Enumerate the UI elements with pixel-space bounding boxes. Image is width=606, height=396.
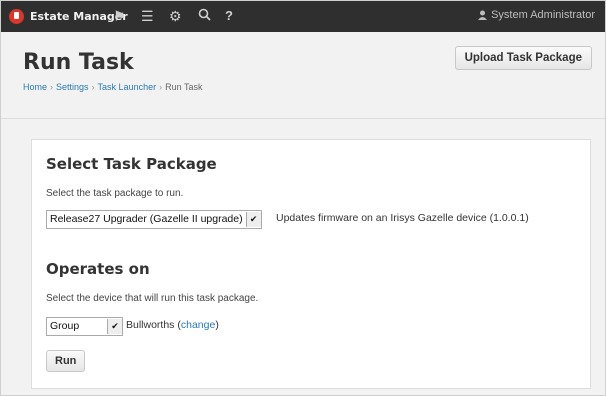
user-name: System Administrator xyxy=(491,9,595,21)
window: Estate Manager ⚑ ☰ ⚙ ? System Administra… xyxy=(0,0,606,396)
user-icon xyxy=(478,10,488,20)
change-link[interactable]: change xyxy=(181,319,215,331)
gear-icon[interactable]: ⚙ xyxy=(169,7,182,25)
list-icon[interactable]: ☰ xyxy=(141,7,154,25)
operates-on-help: Select the device that will run this tas… xyxy=(46,293,259,304)
task-package-select[interactable]: Release27 Upgrader (Gazelle II upgrade) … xyxy=(46,210,262,229)
search-icon[interactable] xyxy=(198,7,211,25)
breadcrumb-home[interactable]: Home xyxy=(23,82,47,92)
operates-on-heading: Operates on xyxy=(46,260,150,278)
select-package-heading: Select Task Package xyxy=(46,155,217,173)
chevron-down-icon: ✔ xyxy=(245,212,261,227)
select-package-help: Select the task package to run. xyxy=(46,188,184,199)
brand-logo-icon xyxy=(9,9,24,24)
page-header: Run Task Home › Settings › Task Launcher › Run… xyxy=(1,32,605,119)
breadcrumb-current: Run Task xyxy=(165,82,203,92)
breadcrumb: Home › Settings › Task Launcher › Run Task xyxy=(23,82,202,92)
breadcrumb-task-launcher[interactable]: Task Launcher xyxy=(98,82,157,92)
target-name: Bullworths ( xyxy=(126,319,181,331)
task-package-selected: Release27 Upgrader (Gazelle II upgrade) xyxy=(50,213,243,225)
breadcrumb-separator: › xyxy=(50,82,54,92)
upload-task-package-button[interactable]: Upload Task Package xyxy=(454,46,592,70)
breadcrumb-separator: › xyxy=(91,82,95,92)
breadcrumb-separator: › xyxy=(159,82,163,92)
chevron-down-icon: ✔ xyxy=(107,319,122,334)
operates-on-selected: Group xyxy=(50,320,80,332)
task-package-description: Updates firmware on an Irisys Gazelle de… xyxy=(276,212,529,224)
operates-on-select[interactable]: Group ✔ xyxy=(46,317,123,336)
search-icon-glyph xyxy=(198,8,211,21)
page-title: Run Task xyxy=(23,50,134,75)
user-menu[interactable]: System Administrator xyxy=(478,9,595,21)
help-icon[interactable]: ? xyxy=(225,7,233,25)
top-navbar: Estate Manager ⚑ ☰ ⚙ ? System Administra… xyxy=(1,1,605,32)
brand[interactable]: Estate Manager xyxy=(9,9,128,24)
run-button[interactable]: Run xyxy=(46,350,86,372)
run-task-form: Select Task Package Select the task pack… xyxy=(31,139,591,389)
breadcrumb-settings[interactable]: Settings xyxy=(56,82,89,92)
operates-on-target: Bullworths (change) xyxy=(126,319,219,331)
target-close-paren: ) xyxy=(215,319,219,331)
home-icon[interactable]: ⚑ xyxy=(113,7,126,25)
